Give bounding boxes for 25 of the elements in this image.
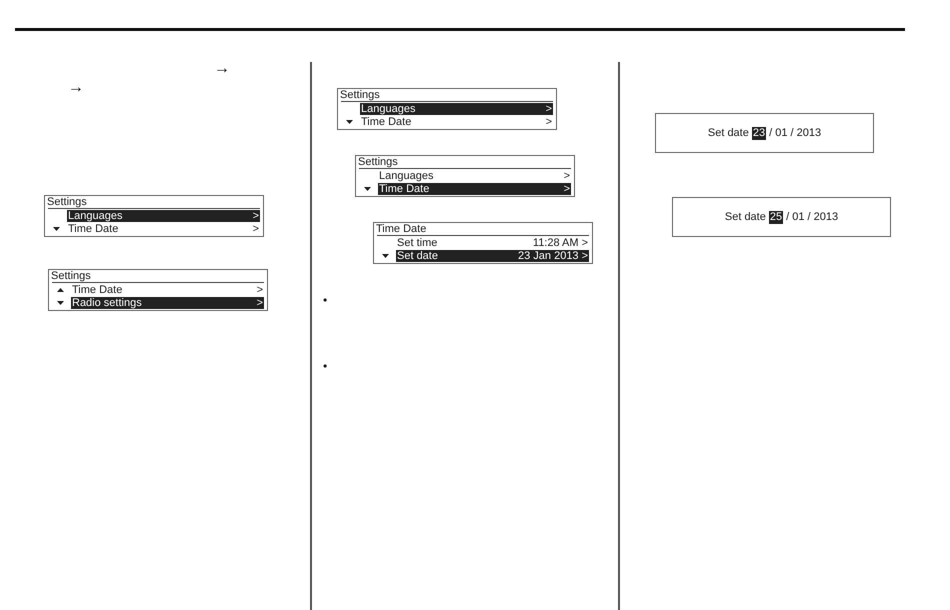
menu-item[interactable]: Radio settings > [71, 296, 264, 308]
menu-item[interactable]: Time Date > [71, 284, 264, 296]
menu-item[interactable]: Set date 23 Jan 2013 > [396, 250, 589, 262]
menu-item[interactable]: Time Date > [378, 182, 571, 194]
menu-item[interactable]: Time Date > [360, 116, 553, 128]
screen-title: Time Date [375, 223, 426, 235]
arrow-symbol: → [214, 62, 230, 76]
screen-title: Settings [357, 156, 398, 168]
date-text: / 01 / 2013 [786, 210, 838, 224]
bullet-symbol: • [323, 359, 328, 373]
date-text: 23 [752, 126, 766, 140]
screen-title: Settings [339, 89, 380, 101]
screen-title: Settings [50, 270, 91, 282]
menu-item[interactable]: Languages > [360, 102, 553, 114]
menu-item[interactable]: Languages > [378, 170, 571, 182]
menu-item[interactable]: Set time 11:28 AM > [396, 236, 589, 248]
date-text: 25 [768, 210, 784, 224]
date-label: Set date [708, 126, 749, 140]
date-label: Set date [724, 210, 766, 224]
date-text: / 01 / 2013 [769, 126, 822, 140]
menu-item[interactable]: Languages > [67, 210, 260, 222]
menu-item[interactable]: Time Date > [67, 222, 260, 234]
bullet-symbol: • [323, 293, 328, 307]
screen-title: Settings [46, 196, 87, 208]
arrow-symbol: → [68, 81, 84, 95]
